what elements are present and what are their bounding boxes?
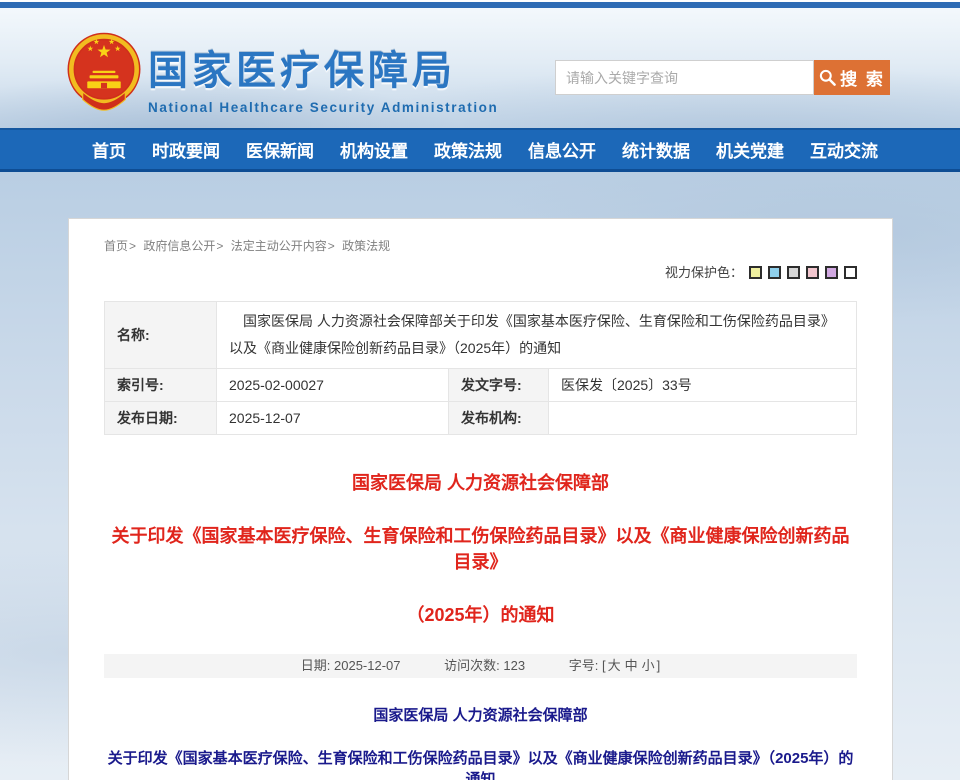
nav-item-insurance-news[interactable]: 医保新闻 (246, 137, 314, 162)
search-button[interactable]: 搜 索 (814, 60, 890, 95)
main-nav: 首页 时政要闻 医保新闻 机构设置 政策法规 信息公开 统计数据 机关党建 互动… (0, 128, 960, 172)
publish-org-value-cell (549, 402, 857, 435)
red-title-line-1: 国家医保局 人力资源社会保障部 (104, 469, 857, 495)
publish-date-value-cell: 2025-12-07 (217, 402, 449, 435)
breadcrumb-gov-info[interactable]: 政府信息公开 (143, 239, 215, 253)
meta-fontsize: 字号: [大中小] (569, 658, 661, 673)
article-red-title: 国家医保局 人力资源社会保障部 关于印发《国家基本医疗保险、生育保险和工伤保险药… (104, 469, 857, 627)
meta-date: 日期: 2025-12-07 (301, 658, 404, 673)
index-label-cell: 索引号: (105, 369, 217, 402)
eye-protection-swatch-purple[interactable] (825, 266, 838, 279)
table-row-index: 索引号: 2025-02-00027 发文字号: 医保发〔2025〕33号 (105, 369, 857, 402)
name-value-cell: 国家医保局 人力资源社会保障部关于印发《国家基本医疗保险、生育保险和工伤保险药品… (217, 302, 857, 369)
eye-protection-swatch-blue[interactable] (768, 266, 781, 279)
doc-no-value-cell: 医保发〔2025〕33号 (549, 369, 857, 402)
nav-item-statistics[interactable]: 统计数据 (622, 137, 690, 162)
meta-visits-label: 访问次数: (444, 658, 500, 673)
index-value-cell: 2025-02-00027 (217, 369, 449, 402)
nav-item-interaction[interactable]: 互动交流 (810, 137, 878, 162)
meta-date-value: 2025-12-07 (334, 658, 401, 673)
content-panel: 首页> 政府信息公开> 法定主动公开内容> 政策法规 视力保护色： 名称: 国家… (68, 218, 893, 780)
breadcrumb-disclosure-content[interactable]: 法定主动公开内容 (231, 239, 327, 253)
meta-visits-value: 123 (503, 658, 525, 673)
nav-item-organization[interactable]: 机构设置 (340, 137, 408, 162)
site-title-en: National Healthcare Security Administrat… (148, 100, 498, 115)
site-header: 国家医疗保障局 National Healthcare Security Adm… (0, 8, 960, 128)
fontsize-medium-button[interactable]: 中 (625, 658, 638, 673)
eye-protection-swatch-pink[interactable] (806, 266, 819, 279)
document-info-table: 名称: 国家医保局 人力资源社会保障部关于印发《国家基本医疗保险、生育保险和工伤… (104, 301, 857, 435)
doc-no-label-cell: 发文字号: (449, 369, 549, 402)
breadcrumb-policies[interactable]: 政策法规 (342, 239, 390, 253)
fontsize-small-button[interactable]: 小 (642, 658, 655, 673)
breadcrumb-separator: > (216, 239, 223, 253)
nav-item-party-building[interactable]: 机关党建 (716, 137, 784, 162)
red-title-line-2: 关于印发《国家基本医疗保险、生育保险和工伤保险药品目录》以及《商业健康保险创新药… (104, 522, 857, 574)
fontsize-bracket-close: ] (657, 658, 661, 673)
search-button-label: 搜 索 (840, 65, 885, 90)
eye-protection-row: 视力保护色： (104, 262, 857, 281)
breadcrumb-separator: > (328, 239, 335, 253)
nav-item-home[interactable]: 首页 (92, 137, 126, 162)
page-background: 首页> 政府信息公开> 法定主动公开内容> 政策法规 视力保护色： 名称: 国家… (0, 172, 960, 780)
nav-item-info-disclosure[interactable]: 信息公开 (528, 137, 596, 162)
eye-protection-swatch-gray[interactable] (787, 266, 800, 279)
article-meta-bar: 日期: 2025-12-07 访问次数: 123 字号: [大中小] (104, 654, 857, 678)
breadcrumb-home[interactable]: 首页 (104, 239, 128, 253)
site-title-block: 国家医疗保障局 National Healthcare Security Adm… (148, 38, 498, 115)
table-row-date: 发布日期: 2025-12-07 发布机构: (105, 402, 857, 435)
meta-date-label: 日期: (301, 658, 331, 673)
blue-title-line-2: 关于印发《国家基本医疗保险、生育保险和工伤保险药品目录》以及《商业健康保险创新药… (104, 747, 857, 780)
publish-date-label-cell: 发布日期: (105, 402, 217, 435)
nav-item-politics-news[interactable]: 时政要闻 (152, 137, 220, 162)
breadcrumb-separator: > (129, 239, 136, 253)
red-title-line-3: （2025年）的通知 (104, 601, 857, 627)
fontsize-bracket-open: [ (602, 658, 606, 673)
article-blue-title: 国家医保局 人力资源社会保障部 关于印发《国家基本医疗保险、生育保险和工伤保险药… (104, 704, 857, 780)
search-input[interactable] (555, 60, 814, 95)
fontsize-large-button[interactable]: 大 (608, 658, 621, 673)
national-emblem-logo[interactable] (66, 31, 142, 115)
search-icon (819, 69, 836, 86)
breadcrumb: 首页> 政府信息公开> 法定主动公开内容> 政策法规 (104, 237, 857, 254)
meta-fontsize-label: 字号: (569, 658, 599, 673)
table-row-name: 名称: 国家医保局 人力资源社会保障部关于印发《国家基本医疗保险、生育保险和工伤… (105, 302, 857, 369)
search-bar: 搜 索 (555, 60, 890, 95)
eye-protection-label: 视力保护色： (665, 265, 743, 280)
eye-protection-swatch-yellow[interactable] (749, 266, 762, 279)
publish-org-label-cell: 发布机构: (449, 402, 549, 435)
meta-visits: 访问次数: 123 (444, 658, 529, 673)
eye-protection-swatch-white[interactable] (844, 266, 857, 279)
nav-item-policies[interactable]: 政策法规 (434, 137, 502, 162)
site-title-cn: 国家医疗保障局 (148, 38, 498, 96)
blue-title-line-1: 国家医保局 人力资源社会保障部 (104, 704, 857, 725)
name-label-cell: 名称: (105, 302, 217, 369)
